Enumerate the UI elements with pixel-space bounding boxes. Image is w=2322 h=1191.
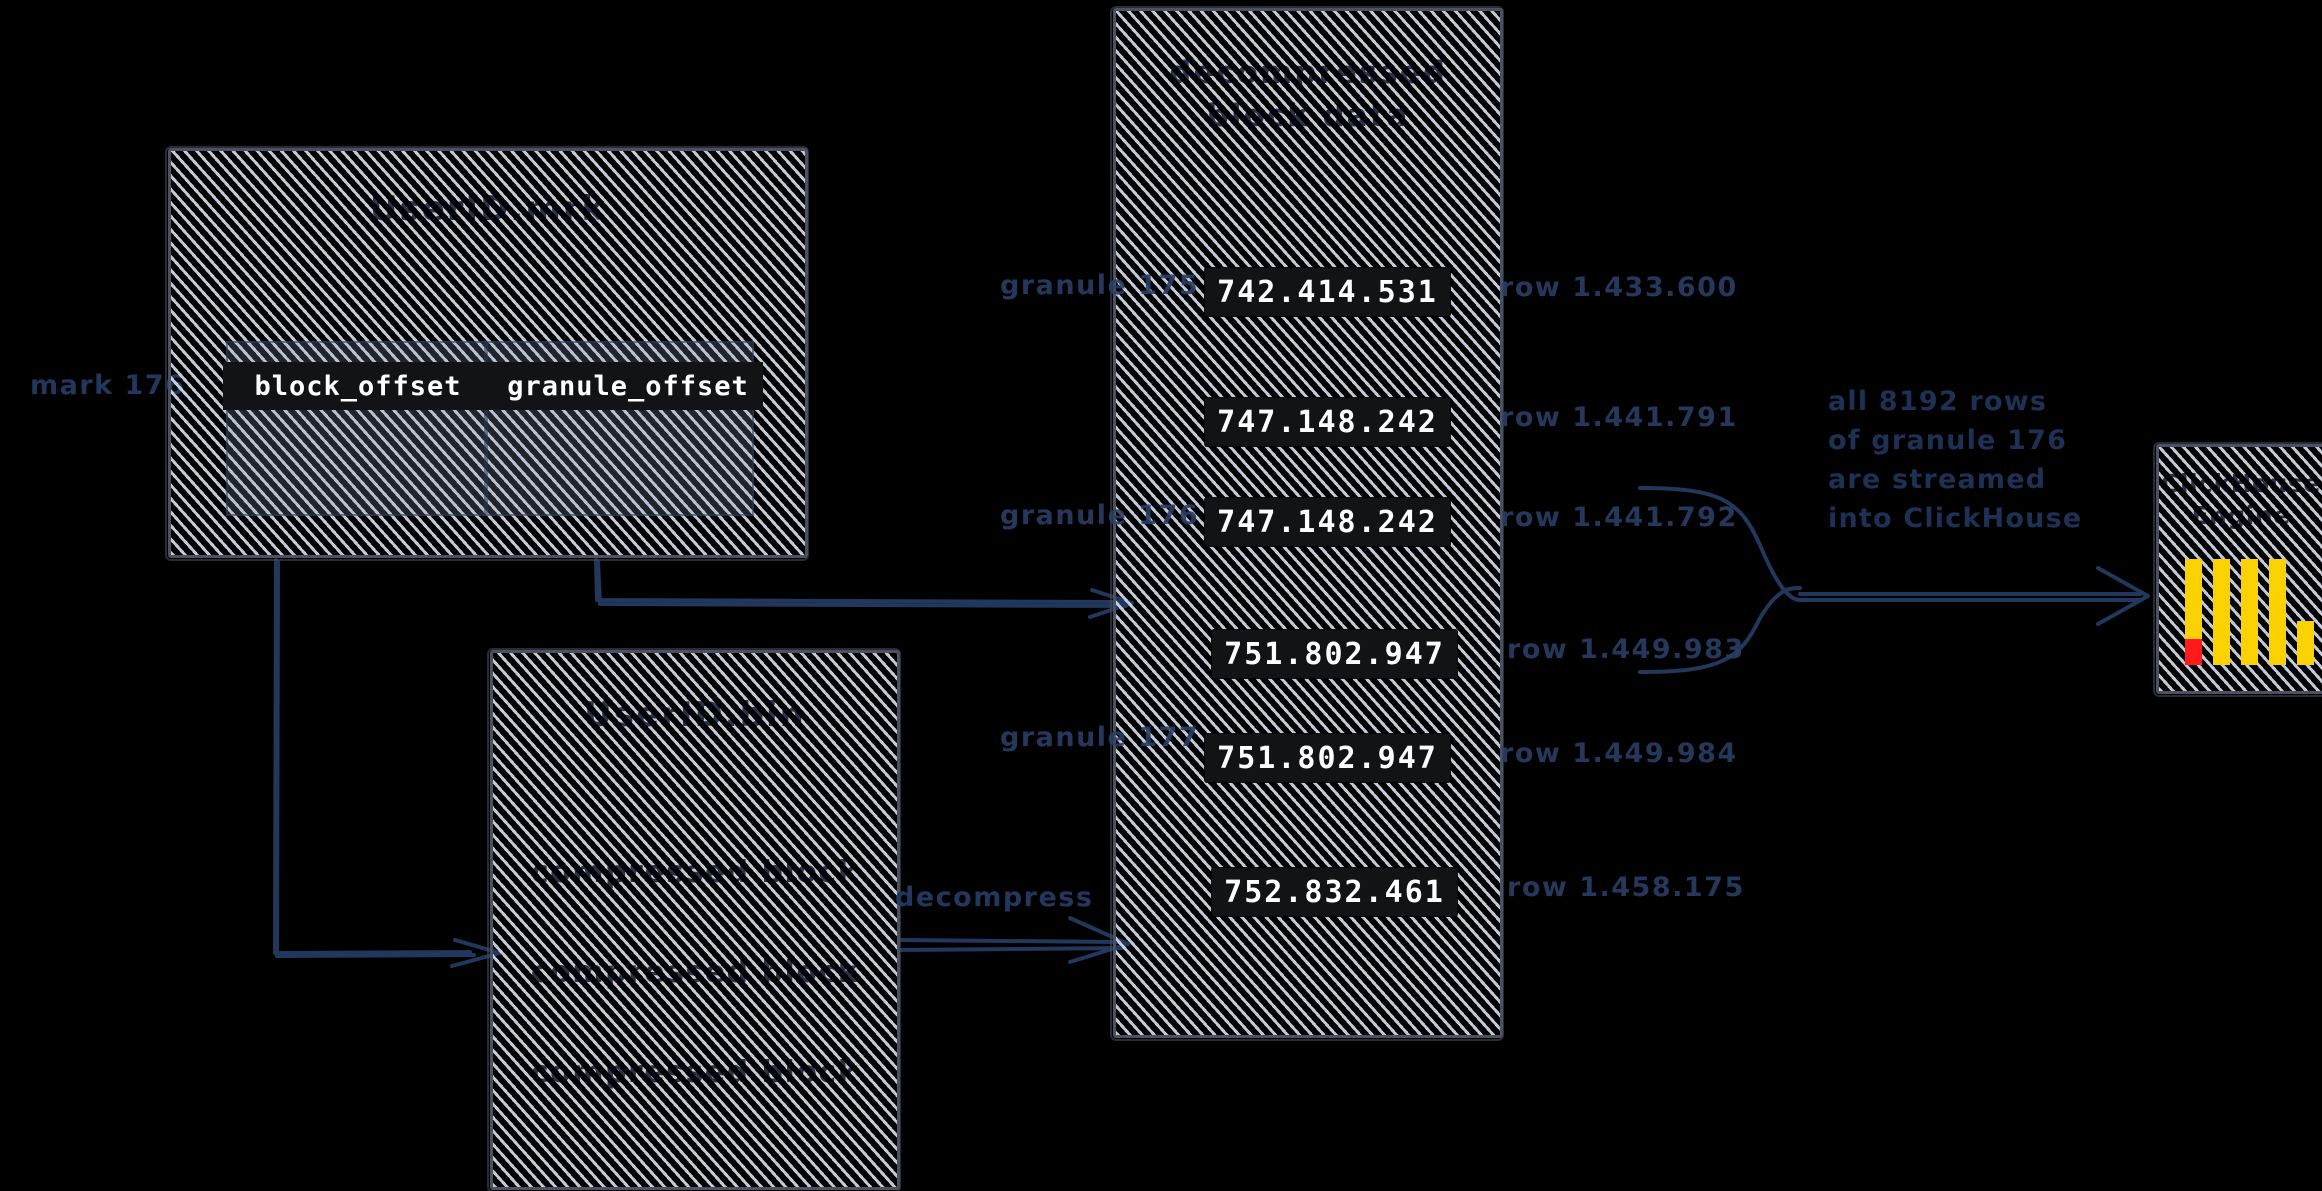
userid-bin-box: UserID.bin compressed block compressed b… bbox=[487, 648, 901, 1191]
row-label-6: row 1.458.175 bbox=[1507, 872, 1745, 903]
block-offset-label: block_offset bbox=[254, 370, 462, 402]
userid-mrk-box: UserID.mrk bbox=[165, 146, 809, 561]
granule-offset-label: granule_offset bbox=[507, 370, 749, 402]
userid-mrk-title: UserID.mrk bbox=[369, 189, 607, 229]
compressed-block-row-3: compressed block bbox=[530, 1055, 860, 1090]
diagram-canvas: mark 176 UserID.mrk block_offset granule… bbox=[0, 0, 2322, 1191]
block-value-chip-4: 751.802.947 bbox=[1212, 630, 1457, 678]
mrk-offsets-bar: block_offset granule_offset bbox=[223, 362, 763, 410]
row-label-4: row 1.449.983 bbox=[1507, 634, 1745, 665]
clickhouse-engine-title-line1: ClickHouse bbox=[2161, 469, 2321, 498]
clickhouse-logo-icon bbox=[2185, 559, 2314, 665]
block-value-chip-2: 747.148.242 bbox=[1205, 398, 1450, 446]
decompress-label: decompress bbox=[895, 882, 1094, 913]
row-label-1: row 1.433.600 bbox=[1500, 272, 1738, 303]
compressed-block-row-1: compressed block bbox=[530, 855, 860, 890]
granule-label-176: granule 176 bbox=[1000, 500, 1200, 531]
granule-label-177: granule 177 bbox=[1000, 722, 1200, 753]
decompressed-block-title-line2: block data bbox=[1206, 98, 1410, 134]
block-value-chip-3: 747.148.242 bbox=[1205, 498, 1450, 546]
block-value-chip-1: 742.414.531 bbox=[1205, 268, 1450, 316]
decompressed-block-title-line1: decompressed bbox=[1169, 55, 1447, 91]
clickhouse-engine-title-line2: Engine bbox=[2191, 501, 2291, 530]
mark-label: mark 176 bbox=[30, 370, 186, 401]
compressed-block-row-2: compressed block bbox=[530, 955, 860, 990]
clickhouse-engine-box: ClickHouse Engine bbox=[2153, 442, 2322, 697]
userid-bin-title: UserID.bin bbox=[584, 695, 806, 735]
block-value-chip-5: 751.802.947 bbox=[1205, 734, 1450, 782]
granule-label-175: granule 175 bbox=[1000, 270, 1200, 301]
block-value-chip-6: 752.832.461 bbox=[1212, 868, 1457, 916]
row-label-2: row 1.441.791 bbox=[1500, 402, 1738, 433]
row-label-3: row 1.441.792 bbox=[1500, 502, 1738, 533]
row-label-5: row 1.449.984 bbox=[1500, 738, 1738, 769]
